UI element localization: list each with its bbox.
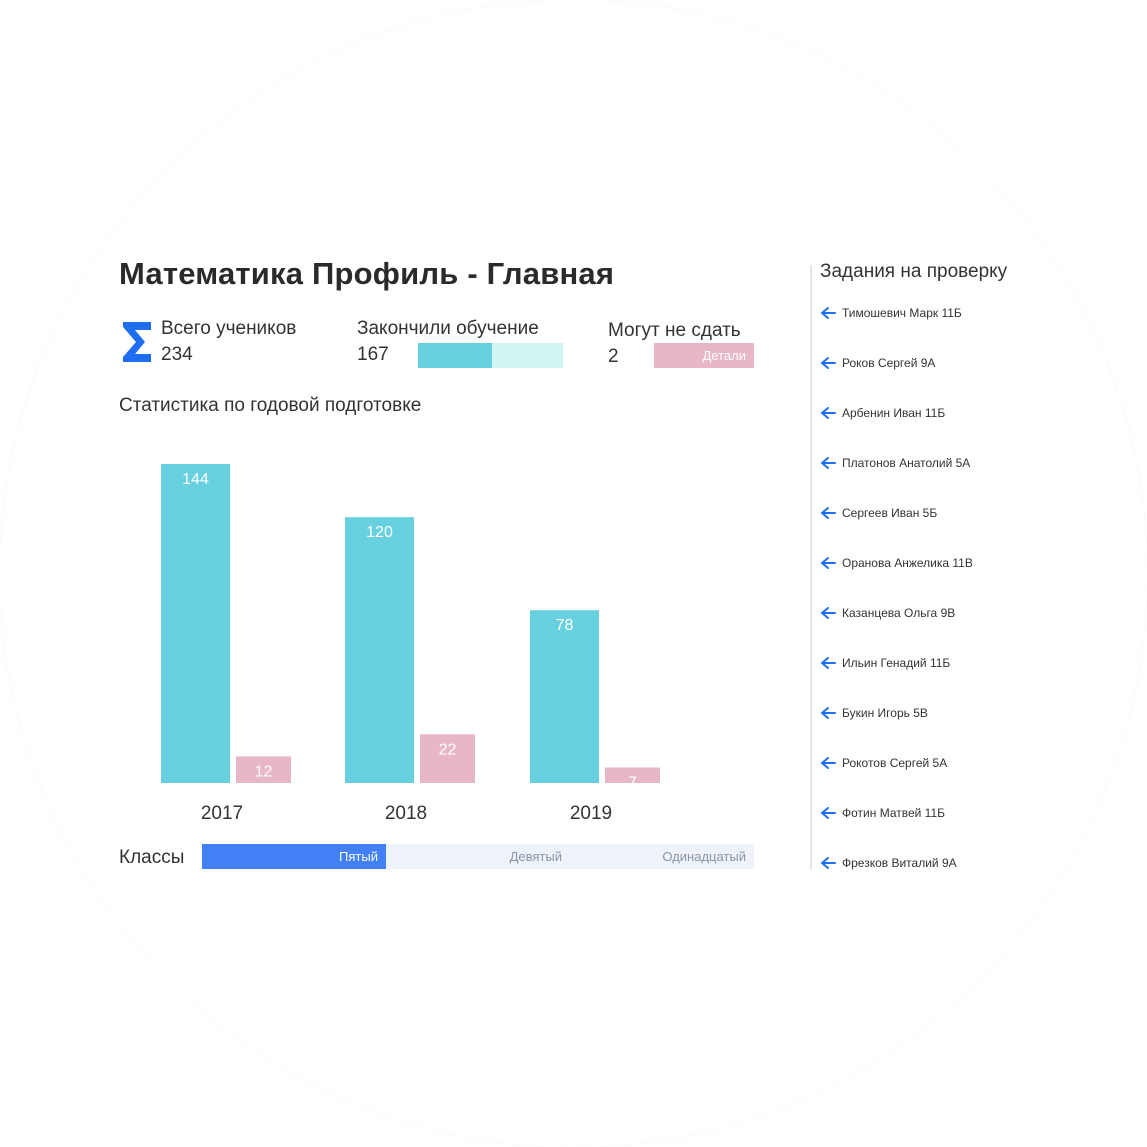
arrow-left-icon <box>821 757 836 769</box>
sidebar-title: Задания на проверку <box>820 261 1008 282</box>
arrow-left-icon <box>821 657 836 669</box>
task-item-label: Казанцева Ольга 9В <box>842 606 956 620</box>
total-students-value: 234 <box>161 344 193 365</box>
task-item-label: Платонов Анатолий 5А <box>842 456 971 470</box>
arrow-left-icon <box>821 557 836 569</box>
page-title: Математика Профиль - Главная <box>119 256 615 291</box>
task-item[interactable]: Роков Сергей 9А <box>820 350 935 376</box>
x-tick-label: 2018 <box>385 803 427 824</box>
task-item-label: Сергеев Иван 5Б <box>842 506 938 520</box>
bar-prepared <box>161 464 230 783</box>
task-item[interactable]: Ильин Генадий 11Б <box>820 650 950 676</box>
task-item[interactable]: Платонов Анатолий 5А <box>820 450 970 476</box>
task-item-label: Роков Сергей 9А <box>842 356 936 370</box>
task-item[interactable]: Сергеев Иван 5Б <box>820 500 937 526</box>
finished-label: Закончили обучение <box>357 318 539 339</box>
class-option-eleventh[interactable]: Одинадцатый <box>570 844 754 869</box>
task-item-label: Рокотов Сергей 5А <box>842 756 948 770</box>
classes-label: Классы <box>119 847 185 868</box>
stats-heading: Статистика по годовой подготовке <box>119 395 422 416</box>
task-item-label: Фотин Матвей 11Б <box>842 806 946 820</box>
task-item-label: Букин Игорь 5В <box>842 706 928 720</box>
task-item[interactable]: Тимошевич Марк 11Б <box>820 300 962 326</box>
task-item[interactable]: Рокотов Сергей 5А <box>820 750 947 776</box>
finished-value: 167 <box>357 344 389 365</box>
at-risk-label: Могут не сдать <box>608 320 741 341</box>
task-item[interactable]: Фотин Матвей 11Б <box>820 800 945 826</box>
arrow-left-icon <box>821 607 836 619</box>
task-item[interactable]: Оранова Анжелика 11В <box>820 550 973 576</box>
sidebar-divider <box>810 265 812 869</box>
bar-prepared <box>345 517 414 783</box>
details-button[interactable]: Детали <box>654 343 754 368</box>
task-item[interactable]: Фрезков Виталий 9А <box>820 850 957 876</box>
finished-progress-fill <box>418 343 492 368</box>
bar-value-label: 22 <box>439 741 457 758</box>
finished-progress-bar <box>418 343 563 368</box>
task-item-label: Арбенин Иван 11Б <box>842 406 946 420</box>
arrow-left-icon <box>821 507 836 519</box>
sigma-icon <box>123 322 151 362</box>
bar-value-label: 120 <box>366 524 393 541</box>
total-students-label: Всего учеников <box>161 318 297 339</box>
task-item[interactable]: Арбенин Иван 11Б <box>820 400 945 426</box>
arrow-left-icon <box>821 357 836 369</box>
arrow-left-icon <box>821 807 836 819</box>
task-item[interactable]: Казанцева Ольга 9В <box>820 600 955 626</box>
class-option-fifth[interactable]: Пятый <box>202 844 386 869</box>
at-risk-value: 2 <box>608 346 619 367</box>
bar-value-label: 78 <box>556 617 574 634</box>
task-item[interactable]: Букин Игорь 5В <box>820 700 928 726</box>
classes-selector[interactable]: Пятый Девятый Одинадцатый <box>202 844 754 869</box>
arrow-left-icon <box>821 307 836 319</box>
arrow-left-icon <box>821 857 836 869</box>
bar-value-label: 144 <box>182 471 209 488</box>
task-item-label: Оранова Анжелика 11В <box>842 556 973 570</box>
task-item-label: Тимошевич Марк 11Б <box>842 306 962 320</box>
x-tick-label: 2019 <box>570 803 612 824</box>
arrow-left-icon <box>821 707 836 719</box>
arrow-left-icon <box>821 407 836 419</box>
arrow-left-icon <box>821 457 836 469</box>
bar-value-label: 7 <box>628 774 637 791</box>
bar-value-label: 12 <box>255 763 273 780</box>
task-item-label: Фрезков Виталий 9А <box>842 856 957 870</box>
task-item-label: Ильин Генадий 11Б <box>842 656 951 670</box>
x-tick-label: 2017 <box>201 803 243 824</box>
annual-stats-chart: 144 12 2017 120 22 2018 78 7 2019 <box>161 464 660 824</box>
class-option-ninth[interactable]: Девятый <box>386 844 570 869</box>
bar-prepared <box>530 610 599 783</box>
